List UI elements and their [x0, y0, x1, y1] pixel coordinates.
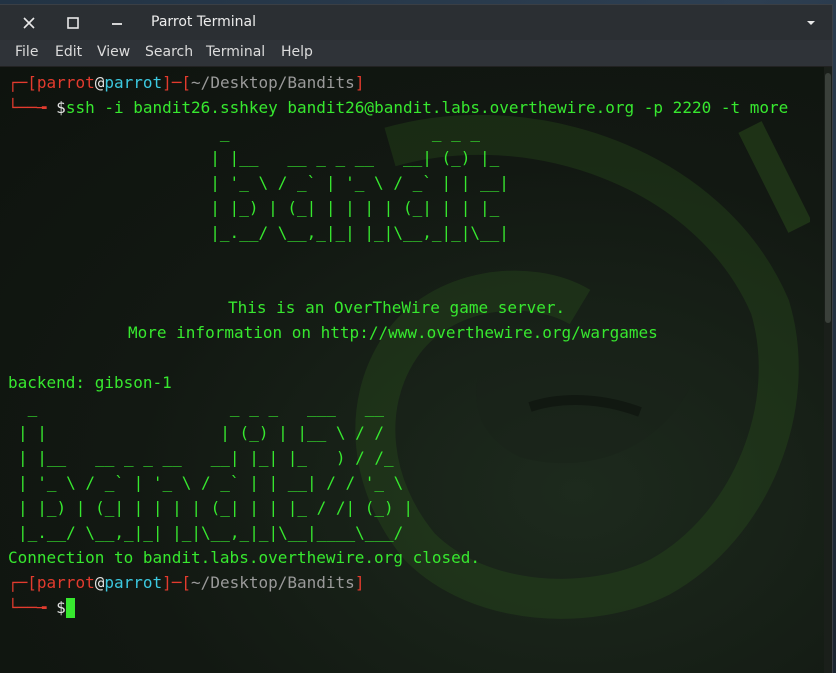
menu-view[interactable]: View [97, 44, 130, 60]
text-cursor [65, 598, 75, 618]
menu-edit[interactable]: Edit [55, 44, 82, 60]
close-button[interactable] [12, 5, 46, 40]
prompt-path: ~/Desktop/Bandits [191, 573, 355, 592]
prompt-user: parrot [36, 573, 95, 592]
gibson-art-line: _ _ _ _ ___ __ [18, 398, 385, 417]
prompt-at: @ [94, 73, 105, 92]
banner-art-line: | '_ \ / _` | '_ \ / _` | | __| [8, 173, 509, 192]
terminal-output[interactable]: ┌─[parrot@parrot]─[~/Desktop/Bandits] └─… [0, 67, 824, 673]
gibson-art-line: | |__ __ _ _ __ __| |_| |_ ) / /_ [18, 448, 394, 467]
command-line-1: └──╼ $ssh -i bandit26.sshkey bandit26@ba… [8, 98, 789, 117]
minimize-button[interactable] [100, 5, 134, 40]
menu-search[interactable]: Search [145, 44, 193, 60]
gibson-art-line: | '_ \ / _` | '_ \ / _` | | __| / / '_ \ [18, 473, 404, 492]
window-menu-button[interactable] [796, 5, 826, 40]
server-message-line-1: This is an OverTheWire game server. [228, 298, 566, 317]
menu-terminal[interactable]: Terminal [206, 44, 265, 60]
window-title: Parrot Terminal [151, 14, 257, 30]
banner-art-line: |_.__/ \__,_|_| |_|\__,_|_|\__| [8, 223, 509, 242]
prompt-line-2: ┌─[parrot@parrot]─[~/Desktop/Bandits] [8, 573, 365, 592]
connection-closed-line: Connection to bandit.labs.overthewire.or… [8, 548, 481, 567]
prompt-symbol: $ [56, 598, 66, 617]
menu-help[interactable]: Help [281, 44, 313, 60]
scrollbar[interactable] [824, 67, 832, 673]
prompt-host: parrot [104, 73, 163, 92]
close-icon [23, 16, 35, 29]
prompt-host: parrot [104, 573, 163, 592]
backend-line: backend: gibson-1 [8, 373, 172, 392]
banner-art-line: _ _ _ _ [8, 123, 481, 142]
scrollbar-thumb[interactable] [825, 73, 831, 323]
chevron-down-icon [807, 20, 815, 25]
banner-art-line: | |__ __ _ _ __ __| (_) |_ [8, 148, 500, 167]
gibson-art-line: | |_) | (_| | | | | (_| | | |_ / /| (_) … [18, 498, 413, 517]
gibson-art-line: | | | (_) | |__ \ / / [18, 423, 385, 442]
title-bar: Parrot Terminal [0, 5, 832, 40]
ssh-command: ssh -i bandit26.sshkey bandit26@bandit.l… [65, 98, 789, 117]
command-line-2[interactable]: └──╼ $ [8, 598, 75, 618]
minimize-icon [112, 22, 122, 25]
server-message-line-2: More information on http://www.overthewi… [128, 323, 658, 342]
menu-file[interactable]: File [15, 44, 38, 60]
maximize-button[interactable] [56, 5, 90, 40]
banner-art-line: | |_) | (_| | | | | (_| | | |_ [8, 198, 500, 217]
gibson-art-line: |_.__/ \__,_|_| |_|\__,_|_|\__|____\___/ [18, 523, 404, 542]
prompt-user: parrot [36, 73, 95, 92]
terminal-window: Parrot Terminal File Edit View Search Te… [0, 5, 832, 673]
menu-bar: File Edit View Search Terminal Help [0, 40, 832, 67]
maximize-icon [67, 16, 79, 29]
prompt-path: ~/Desktop/Bandits [191, 73, 355, 92]
prompt-line-1: ┌─[parrot@parrot]─[~/Desktop/Bandits] [8, 73, 365, 92]
prompt-at: @ [94, 573, 105, 592]
